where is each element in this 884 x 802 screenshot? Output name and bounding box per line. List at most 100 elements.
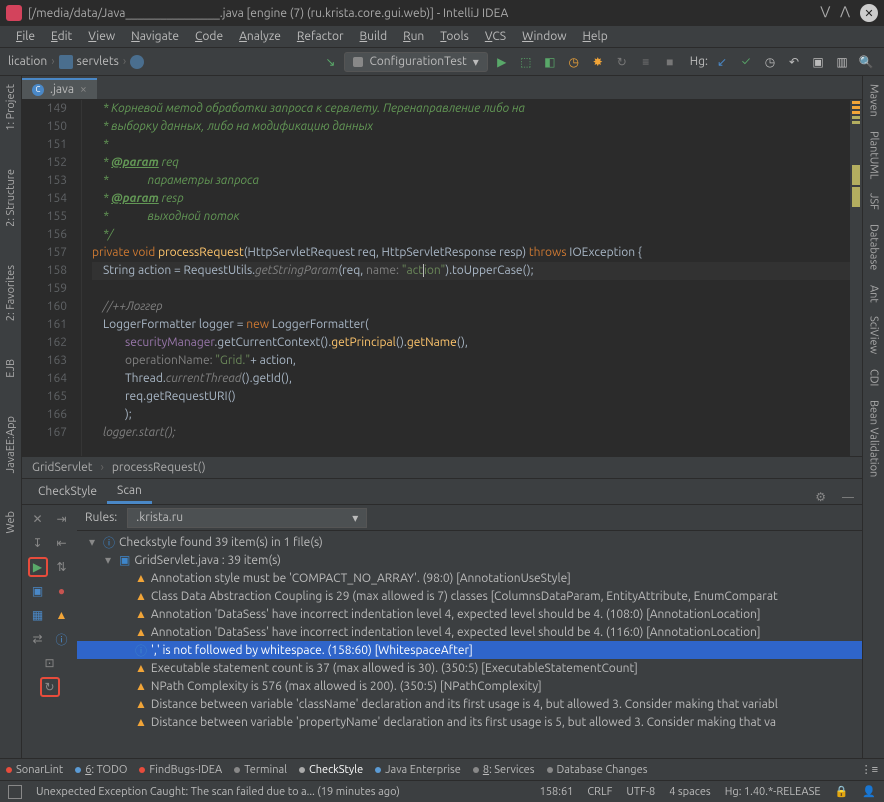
lock-icon[interactable]: 🔒: [835, 785, 849, 798]
build-button[interactable]: ↘: [320, 52, 340, 72]
rules-select[interactable]: .krista.ru ▾: [127, 508, 367, 528]
stop-button[interactable]: ≡: [636, 52, 656, 72]
status-vcs[interactable]: Hg: 1.40.*-RELEASE: [725, 786, 821, 798]
menu-refactor[interactable]: Refactor: [289, 28, 352, 45]
collapse-icon[interactable]: ⇤: [52, 533, 72, 553]
menu-analyze[interactable]: Analyze: [231, 28, 289, 45]
filter-icon[interactable]: ⇅: [52, 557, 72, 577]
hector-icon[interactable]: 👤: [862, 785, 876, 798]
tree-node[interactable]: ▲NPath Complexity is 576 (max allowed is…: [77, 677, 862, 695]
right-tab-ant[interactable]: Ant: [866, 281, 882, 307]
minimize-icon[interactable]: ⋁: [820, 4, 830, 22]
expand-arrow-icon[interactable]: ▾: [89, 535, 99, 549]
bottom-tab-java-enterprise[interactable]: Java Enterprise: [375, 764, 461, 776]
status-encoding[interactable]: UTF-8: [626, 786, 655, 798]
menu-edit[interactable]: Edit: [43, 28, 80, 45]
results-tree[interactable]: ▾ⓘCheckstyle found 39 item(s) in 1 file(…: [77, 531, 862, 758]
expand-arrow-icon[interactable]: ▾: [105, 553, 115, 567]
tree-node[interactable]: ▾▣GridServlet.java : 39 item(s): [77, 551, 862, 569]
vcs-revert-button[interactable]: ↶: [784, 52, 804, 72]
tool-tab-checkstyle[interactable]: CheckStyle: [28, 481, 107, 504]
hide-panel-icon[interactable]: —: [834, 491, 862, 504]
menu-view[interactable]: View: [80, 28, 123, 45]
error-icon[interactable]: ●: [52, 581, 72, 601]
attach-button[interactable]: ✸: [588, 52, 608, 72]
run-button[interactable]: ▶: [492, 52, 512, 72]
warning-icon[interactable]: ▲: [52, 605, 72, 625]
menu-help[interactable]: Help: [575, 28, 616, 45]
right-tab-maven[interactable]: Maven: [866, 80, 882, 121]
project-icon[interactable]: ▦: [28, 605, 48, 625]
tree-node[interactable]: ▾ⓘCheckstyle found 39 item(s) in 1 file(…: [77, 533, 862, 551]
vcs-icon[interactable]: ⇄: [28, 629, 48, 649]
crumb-class[interactable]: GridServlet: [32, 461, 93, 474]
module-icon[interactable]: ▣: [28, 581, 48, 601]
event-log-icon[interactable]: ⋮≡: [861, 763, 878, 776]
vcs-history-button[interactable]: ◷: [760, 52, 780, 72]
right-tab-jsf[interactable]: JSF: [866, 189, 882, 214]
structure-button[interactable]: ▥: [832, 52, 852, 72]
bottom-tab-6--todo[interactable]: 6: TODO: [75, 764, 127, 776]
status-line-separator[interactable]: CRLF: [587, 786, 612, 798]
left-tab-2--structure[interactable]: 2: Structure: [3, 165, 19, 231]
bottom-tab-checkstyle[interactable]: CheckStyle: [299, 764, 363, 776]
expand-icon[interactable]: ⇥: [52, 509, 72, 529]
profile-button[interactable]: ◷: [564, 52, 584, 72]
crumb-method[interactable]: processRequest(): [112, 461, 206, 474]
autoscroll-icon[interactable]: ⊡: [40, 653, 60, 673]
run-config-select[interactable]: ConfigurationTest ▾: [344, 52, 487, 72]
tree-node[interactable]: ▲Distance between variable 'propertyName…: [77, 713, 862, 731]
vcs-commit-button[interactable]: ✓: [736, 52, 756, 72]
right-tab-cdi[interactable]: CDI: [866, 365, 882, 390]
left-tab-2--favorites[interactable]: 2: Favorites: [3, 261, 19, 325]
editor-tab[interactable]: C .java ×: [22, 78, 97, 99]
refresh-button[interactable]: ↻: [40, 677, 60, 697]
menu-file[interactable]: File: [8, 28, 43, 45]
bottom-tab-findbugs-idea[interactable]: FindBugs-IDEA: [139, 764, 222, 776]
coverage-button[interactable]: ◧: [540, 52, 560, 72]
maximize-icon[interactable]: ⋀: [840, 4, 850, 22]
menu-run[interactable]: Run: [395, 28, 432, 45]
left-tab-javaee-app[interactable]: JavaEE:App: [3, 412, 19, 477]
menu-tools[interactable]: Tools: [432, 28, 477, 45]
bottom-tab-terminal[interactable]: Terminal: [234, 764, 287, 776]
status-position[interactable]: 158:61: [540, 786, 574, 798]
tree-node[interactable]: ▲Annotation 'DataSess' have incorrect in…: [77, 623, 862, 641]
debug-button[interactable]: ⬚: [516, 52, 536, 72]
code-content[interactable]: * Корневой метод обработки запроса к сер…: [82, 100, 850, 456]
code-editor[interactable]: 1491501511521531541551561571581591601611…: [22, 100, 862, 456]
bottom-tab-database-changes[interactable]: Database Changes: [547, 764, 648, 776]
menu-window[interactable]: Window: [514, 28, 574, 45]
rerun-button[interactable]: ↻: [612, 52, 632, 72]
toolwindows-button[interactable]: [8, 785, 22, 799]
right-tab-database[interactable]: Database: [866, 220, 882, 274]
tree-node[interactable]: ⓘ',' is not followed by whitespace. (158…: [77, 641, 862, 659]
run-scan-button[interactable]: ▶: [28, 557, 48, 577]
suppress-icon[interactable]: ↧: [28, 533, 48, 553]
vcs-push-button[interactable]: ▣: [808, 52, 828, 72]
menu-navigate[interactable]: Navigate: [123, 28, 187, 45]
right-tab-sciview[interactable]: SciView: [866, 312, 882, 358]
tool-tab-scan[interactable]: Scan: [107, 480, 152, 504]
right-tab-bean-validation[interactable]: Bean Validation: [866, 396, 882, 481]
menu-code[interactable]: Code: [187, 28, 231, 45]
error-stripe[interactable]: [850, 100, 862, 456]
right-tab-plantuml[interactable]: PlantUML: [866, 127, 882, 183]
close-tab-icon[interactable]: ×: [80, 83, 87, 96]
gear-icon[interactable]: ⚙: [807, 490, 834, 504]
tree-node[interactable]: ▲Distance between variable 'className' d…: [77, 695, 862, 713]
bottom-tab-sonarlint[interactable]: SonarLint: [6, 764, 63, 776]
tree-node[interactable]: ▲Executable statement count is 37 (max a…: [77, 659, 862, 677]
tree-node[interactable]: ▲Annotation 'DataSess' have incorrect in…: [77, 605, 862, 623]
breadcrumb-item[interactable]: servlets: [77, 55, 119, 68]
breadcrumb-item[interactable]: lication: [8, 55, 47, 68]
menu-vcs[interactable]: VCS: [477, 28, 514, 45]
vcs-update-button[interactable]: ↙: [712, 52, 732, 72]
left-tab-1--project[interactable]: 1: Project: [3, 80, 19, 135]
left-tab-web[interactable]: Web: [3, 507, 19, 538]
menu-build[interactable]: Build: [352, 28, 396, 45]
tree-node[interactable]: ▲Class Data Abstraction Coupling is 29 (…: [77, 587, 862, 605]
stop-all-button[interactable]: ■: [660, 52, 680, 72]
bottom-tab-8--services[interactable]: 8: Services: [473, 764, 535, 776]
close-icon[interactable]: ✕: [28, 509, 48, 529]
